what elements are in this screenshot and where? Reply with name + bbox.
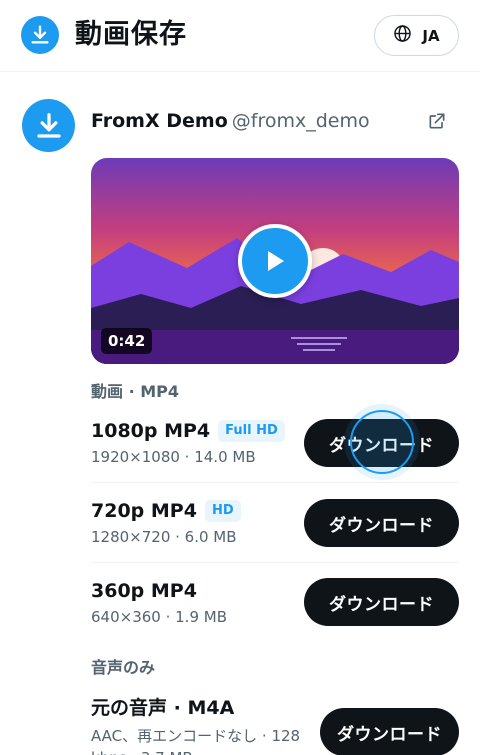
download-button-audio[interactable]: ダウンロード <box>320 708 459 755</box>
download-option-360p: 360p MP4 640×360 · 1.9 MB ダウンロード <box>91 578 459 643</box>
option-meta: 1280×720 · 6.0 MB <box>91 528 237 546</box>
option-title-row: 720p MP4 HD <box>91 498 241 524</box>
video-duration: 0:42 <box>101 328 153 354</box>
globe-icon <box>393 24 412 47</box>
option-meta: 1920×1080 · 14.0 MB <box>91 448 256 466</box>
play-button[interactable] <box>238 224 312 298</box>
video-section-label: 動画 · MP4 <box>91 382 180 401</box>
avatar[interactable] <box>22 99 75 152</box>
language-label: JA <box>422 26 440 45</box>
option-title-row: 360p MP4 <box>91 578 197 604</box>
option-title-row: 1080p MP4 Full HD <box>91 418 285 444</box>
author-handle: @fromx_demo <box>231 110 370 132</box>
option-title: 1080p MP4 <box>91 420 211 442</box>
download-button-720p[interactable]: ダウンロード <box>304 499 459 547</box>
audio-option-meta: AAC、再エンコードなし · 128 kbps · 3.7 MB <box>91 727 301 755</box>
option-title: 720p MP4 <box>91 500 197 522</box>
tap-indicator <box>350 410 414 474</box>
app-header: 動画保存 JA <box>0 0 480 72</box>
download-button-360p[interactable]: ダウンロード <box>304 578 459 626</box>
audio-option-title: 元の音声 · M4A <box>91 697 235 719</box>
app-title: 動画保存 <box>75 19 187 50</box>
video-thumbnail[interactable]: 0:42 <box>91 158 459 364</box>
quality-badge: Full HD <box>218 420 285 442</box>
option-title: 360p MP4 <box>91 580 197 602</box>
author-display-name: FromX Demo <box>91 110 228 132</box>
external-link-icon[interactable] <box>427 111 447 131</box>
download-icon[interactable] <box>21 16 59 54</box>
audio-section-label: 音声のみ <box>91 658 156 677</box>
option-meta: 640×360 · 1.9 MB <box>91 608 227 626</box>
play-icon <box>263 248 287 274</box>
author-line: FromX Demo @fromx_demo <box>91 108 370 134</box>
download-option-720p: 720p MP4 HD 1280×720 · 6.0 MB ダウンロード <box>91 498 459 563</box>
quality-badge: HD <box>204 500 241 522</box>
language-button[interactable]: JA <box>374 15 459 56</box>
